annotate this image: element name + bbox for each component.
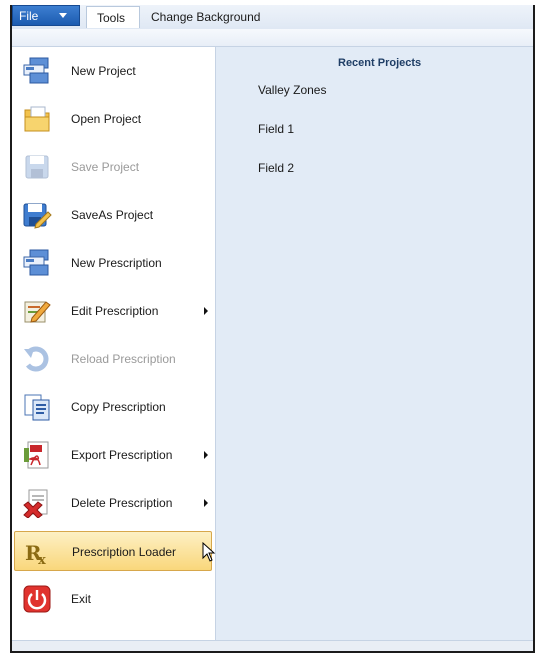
open-folder-icon: [24, 106, 50, 132]
menu-item-label: Edit Prescription: [71, 304, 159, 318]
save-as-icon: [23, 203, 52, 229]
menu-item-label: SaveAs Project: [71, 208, 154, 222]
menu-item-exit[interactable]: Exit: [14, 579, 212, 619]
power-icon: [23, 585, 51, 613]
file-menu-panel: New Project Open Project Save Project Sa…: [12, 47, 216, 641]
submenu-arrow-icon: [204, 307, 208, 315]
menu-item-label: Copy Prescription: [71, 400, 166, 414]
menu-item-label: Prescription Loader: [72, 545, 177, 559]
menu-bar: File Tools Change Background: [12, 5, 533, 30]
menu-item-label: Save Project: [71, 160, 140, 174]
tab-change-background[interactable]: Change Background: [151, 10, 260, 24]
save-disk-icon: [25, 155, 49, 179]
menu-item-new-project[interactable]: New Project: [14, 51, 212, 91]
menu-item-edit-prescription[interactable]: Edit Prescription: [14, 291, 212, 331]
delete-document-icon: [23, 489, 48, 518]
menu-item-label: Delete Prescription: [71, 496, 173, 510]
tab-tools-label: Tools: [97, 11, 126, 25]
menu-item-prescription-loader[interactable]: R x Prescription Loader: [14, 531, 216, 571]
menu-item-label: Exit: [71, 592, 92, 606]
recent-project-item[interactable]: Field 1: [258, 122, 294, 136]
application-window: File Tools Change Background New Project: [10, 5, 535, 653]
menu-item-label: Reload Prescription: [71, 352, 176, 366]
svg-text:x: x: [38, 553, 46, 567]
recent-project-item[interactable]: Field 2: [258, 161, 294, 175]
copy-documents-icon: [24, 394, 50, 421]
mouse-cursor-icon: [202, 542, 216, 562]
recent-projects-title: Recent Projects: [338, 57, 422, 69]
menu-item-save-project[interactable]: Save Project: [14, 147, 212, 187]
menu-item-export-prescription[interactable]: Export Prescription: [14, 435, 212, 475]
menu-item-copy-prescription[interactable]: Copy Prescription: [14, 387, 212, 427]
new-project-icon: [23, 57, 49, 84]
tab-tools[interactable]: Tools: [86, 6, 140, 28]
reload-arrow-icon: [24, 346, 49, 372]
submenu-arrow-icon: [204, 451, 208, 459]
file-menu-label: File: [19, 9, 39, 23]
recent-project-item[interactable]: Valley Zones: [258, 83, 326, 97]
menu-item-delete-prescription[interactable]: Delete Prescription: [14, 483, 212, 523]
rx-icon: R x: [25, 541, 46, 567]
menu-item-label: New Project: [71, 64, 136, 78]
submenu-arrow-icon: [204, 499, 208, 507]
menu-item-label: Export Prescription: [71, 448, 173, 462]
menu-item-reload-prescription[interactable]: Reload Prescription: [14, 339, 212, 379]
file-menu-button[interactable]: File: [12, 5, 80, 26]
status-strip: [12, 640, 533, 651]
pdf-export-icon: [24, 441, 49, 469]
ribbon-strip: [12, 29, 533, 47]
new-prescription-icon: [23, 249, 49, 276]
edit-pencil-icon: [24, 301, 51, 323]
menu-item-saveas-project[interactable]: SaveAs Project: [14, 195, 212, 235]
menu-item-label: New Prescription: [71, 256, 162, 270]
menu-item-open-project[interactable]: Open Project: [14, 99, 212, 139]
menu-item-new-prescription[interactable]: New Prescription: [14, 243, 212, 283]
chevron-down-icon: [59, 13, 67, 18]
menu-item-label: Open Project: [71, 112, 142, 126]
